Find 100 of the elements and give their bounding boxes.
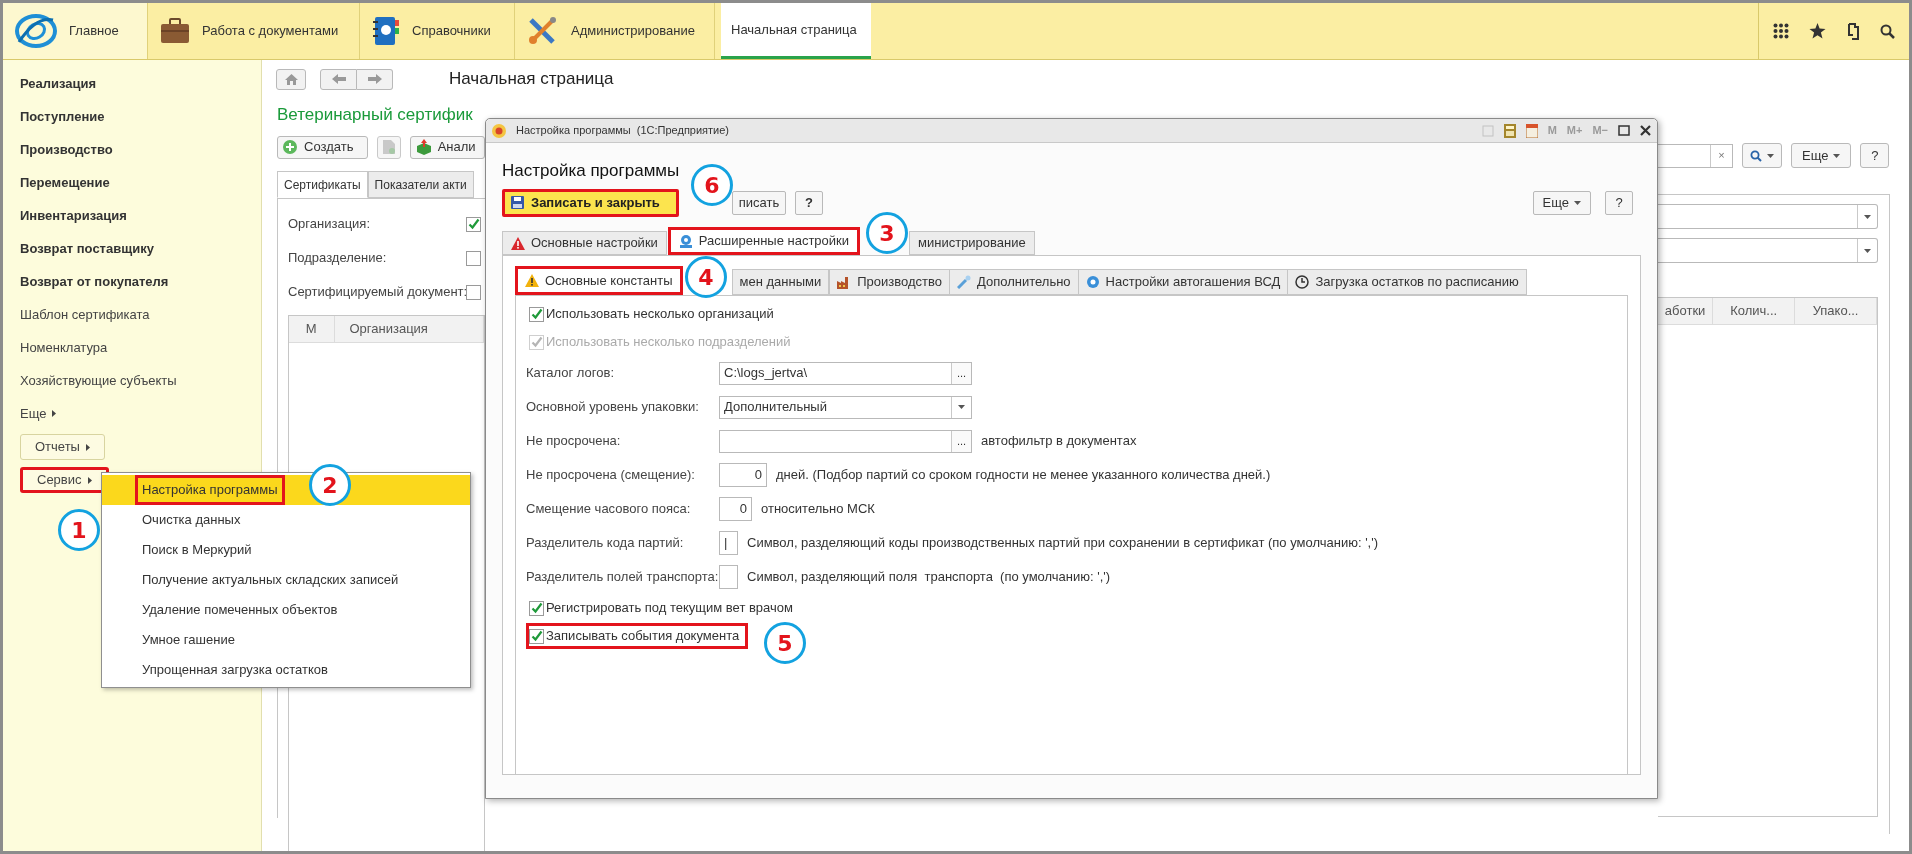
- sidebar-item[interactable]: Производство: [20, 139, 113, 160]
- calculator-icon[interactable]: [1503, 123, 1516, 138]
- checkbox[interactable]: [466, 284, 481, 300]
- create-button[interactable]: Создать: [277, 135, 369, 159]
- back-button[interactable]: [320, 68, 357, 90]
- sidebar-item[interactable]: Хозяйствующие субъекты: [20, 370, 177, 391]
- clock-icon: [1295, 275, 1310, 289]
- step-number: 2: [309, 464, 351, 506]
- sidebar-item[interactable]: Шаблон сертификата: [20, 304, 150, 325]
- caret-icon: [1864, 214, 1871, 219]
- logo-icon: [15, 12, 57, 50]
- floppy-icon: [511, 196, 524, 209]
- caret-icon: [1574, 200, 1581, 205]
- menu-item[interactable]: Умное гашение: [102, 625, 470, 655]
- checkbox-row[interactable]: Записывать события документа: [526, 623, 749, 649]
- open-tab[interactable]: Начальная страница: [721, 3, 871, 59]
- picker-button[interactable]: ...: [951, 362, 971, 384]
- input-field[interactable]: |: [719, 531, 738, 555]
- section-tab[interactable]: Главное: [3, 3, 148, 59]
- subtab[interactable]: Основные константы: [515, 266, 683, 295]
- sidebar-item[interactable]: Перемещение: [20, 172, 110, 193]
- home-icon: [284, 73, 298, 85]
- checkbox-row[interactable]: Регистрировать под текущим вет врачом: [526, 595, 802, 621]
- subtab[interactable]: Настройки автогашения ВСД: [1077, 269, 1289, 295]
- menu-item-label: Упрощенная загрузка остатков: [141, 661, 329, 680]
- input-field[interactable]: C:\logs_jertva\ ...: [719, 361, 972, 385]
- calendar-icon[interactable]: [1525, 123, 1538, 138]
- more-button[interactable]: Еще: [1791, 143, 1852, 168]
- tab[interactable]: Основные настройки: [502, 231, 667, 255]
- checkbox[interactable]: [466, 250, 481, 266]
- sidebar-item[interactable]: Реализация: [20, 73, 97, 94]
- save-button[interactable]: писать: [732, 190, 786, 215]
- page-title: Начальная страница: [449, 68, 614, 91]
- search-icon[interactable]: [1880, 23, 1895, 39]
- column-header[interactable]: Колич...: [1713, 298, 1796, 324]
- help-button[interactable]: ?: [1605, 190, 1633, 215]
- menu-button[interactable]: Отчеты: [20, 434, 105, 460]
- save-close-button[interactable]: Записать и закрыть: [502, 188, 679, 217]
- sidebar-item[interactable]: Инвентаризация: [20, 205, 127, 226]
- star-icon[interactable]: [1809, 23, 1826, 39]
- tab[interactable]: Расширенные настройки: [667, 227, 861, 255]
- more-link[interactable]: Еще: [20, 403, 57, 424]
- more-button[interactable]: Еще: [1532, 190, 1591, 215]
- checkbox[interactable]: [466, 216, 481, 232]
- menu-item[interactable]: Упрощенная загрузка остатков: [102, 655, 470, 685]
- checkbox-row[interactable]: Использовать несколько организаций: [526, 301, 783, 327]
- search-field[interactable]: ×: [1658, 143, 1733, 168]
- maximize-icon[interactable]: [1618, 125, 1630, 136]
- checkbox[interactable]: [529, 306, 544, 322]
- field-note: автофильтр в документах: [981, 432, 1137, 451]
- menu-item[interactable]: Получение актуальных складских записей: [102, 565, 470, 595]
- field-note: Символ, разделяющий поля транспорта (по умолчанию: ','): [747, 568, 1111, 587]
- picker-button[interactable]: ...: [951, 430, 971, 452]
- help-button[interactable]: ?: [795, 190, 823, 215]
- caret-icon: [1767, 153, 1774, 158]
- sidebar-item[interactable]: Возврат поставщику: [20, 238, 154, 259]
- number-field[interactable]: 0: [719, 463, 767, 487]
- field-label: Основной уровень упаковки:: [526, 398, 700, 417]
- menu-button[interactable]: Сервис: [20, 467, 109, 493]
- checkbox-label: Использовать несколько подразделений: [546, 333, 791, 352]
- column-header[interactable]: Упако...: [1795, 298, 1877, 324]
- arrow-right-icon: [367, 74, 382, 84]
- input-field[interactable]: ...: [719, 429, 972, 453]
- warning-icon: [525, 274, 539, 287]
- tab[interactable]: министрирование: [909, 231, 1035, 255]
- subtab[interactable]: Загрузка остатков по расписанию: [1287, 269, 1527, 295]
- search-button[interactable]: [1742, 143, 1782, 168]
- filter-label: Подразделение:: [288, 249, 388, 268]
- sidebar-item[interactable]: Номенклатура: [20, 337, 108, 358]
- checkbox[interactable]: [529, 600, 544, 616]
- dropdown-field[interactable]: [1658, 238, 1878, 263]
- select-field[interactable]: Дополнительный: [719, 395, 972, 419]
- history-icon[interactable]: [1846, 22, 1860, 40]
- copy-button[interactable]: [377, 135, 401, 159]
- menu-item-label: Умное гашение: [141, 631, 236, 650]
- menu-item[interactable]: Удаление помеченных объектов: [102, 595, 470, 625]
- input-field[interactable]: [719, 565, 738, 589]
- dropdown-field[interactable]: [1658, 204, 1878, 229]
- home-button[interactable]: [276, 68, 306, 90]
- checkbox[interactable]: [529, 628, 544, 644]
- filter-label: Сертифицируемый документ:: [288, 283, 466, 302]
- close-icon[interactable]: [1640, 125, 1651, 136]
- sidebar-item[interactable]: Поступление: [20, 106, 105, 127]
- analysis-button[interactable]: Анали: [409, 135, 485, 159]
- tab[interactable]: Сертификаты: [277, 171, 368, 198]
- menu-item[interactable]: Поиск в Меркурий: [102, 535, 470, 565]
- help-button[interactable]: ?: [1860, 143, 1890, 168]
- forward-button[interactable]: [357, 68, 393, 90]
- plus-icon: [283, 140, 297, 154]
- sidebar-item[interactable]: Возврат от покупателя: [20, 271, 169, 292]
- menu-item[interactable]: Очистка данных: [102, 505, 470, 535]
- subtab[interactable]: Производство: [829, 269, 950, 295]
- column-header[interactable]: М: [289, 316, 335, 342]
- number-field[interactable]: 0: [719, 497, 752, 521]
- column-header[interactable]: Организация: [334, 316, 484, 342]
- subtab[interactable]: Дополнительно: [949, 269, 1079, 295]
- clear-button[interactable]: ×: [1710, 144, 1732, 167]
- grid-icon[interactable]: [1773, 23, 1789, 39]
- tab[interactable]: Показатели акти: [367, 171, 474, 198]
- subtab[interactable]: мен данными: [731, 269, 830, 295]
